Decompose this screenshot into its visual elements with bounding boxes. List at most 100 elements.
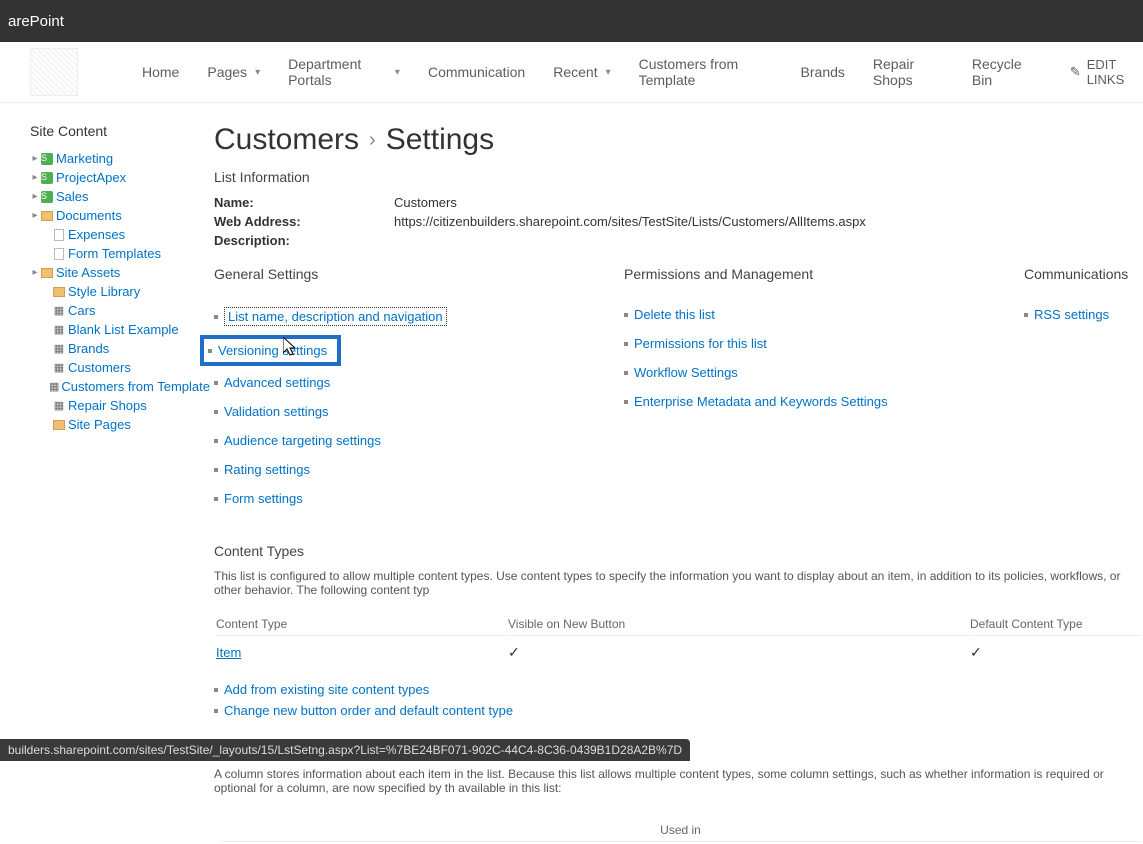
list-icon: ▦ (52, 304, 66, 318)
breadcrumb-parent[interactable]: Customers (214, 123, 359, 157)
change-button-order-link[interactable]: Change new button order and default cont… (224, 703, 513, 718)
nav-pages[interactable]: Pages▾ (195, 58, 272, 86)
nav-home[interactable]: Home (130, 58, 191, 86)
communications-heading: Communications (1024, 266, 1143, 282)
tree-item-projectapex[interactable]: ▸SProjectApex (30, 168, 210, 187)
tree-item-documents[interactable]: ▸ Documents (30, 206, 210, 225)
tree-item-site-pages[interactable]: Site Pages (30, 415, 210, 434)
nav-repair-shops[interactable]: Repair Shops (861, 50, 956, 94)
tree-item-expenses[interactable]: Expenses (30, 225, 210, 244)
site-icon: S (40, 152, 54, 166)
expander-icon[interactable]: ▸ (30, 210, 40, 221)
workflow-settings-link[interactable]: Workflow Settings (634, 365, 738, 380)
permissions-links: Delete this list Permissions for this li… (624, 300, 1024, 416)
expander-icon[interactable]: ▸ (30, 267, 40, 278)
tree-item-label: Style Library (68, 284, 140, 299)
main-content: Customers › Settings List Information Na… (210, 123, 1143, 844)
sidebar: Site Content ▸SMarketing▸SProjectApex▸SS… (30, 123, 210, 844)
tree-item-label: Repair Shops (68, 398, 147, 413)
status-url: builders.sharepoint.com/sites/TestSite/_… (8, 743, 682, 757)
bullet-icon (1024, 313, 1028, 317)
enterprise-metadata-link[interactable]: Enterprise Metadata and Keywords Setting… (634, 394, 888, 409)
caret-icon: ▾ (395, 67, 400, 78)
tree-item-brands[interactable]: ▦Brands (30, 339, 210, 358)
used-in-col: Used in (220, 811, 1141, 842)
tree-item-label: Sales (56, 189, 89, 204)
site-logo[interactable] (30, 48, 78, 96)
bullet-icon (214, 315, 218, 319)
pencil-icon: ✎ (1070, 64, 1081, 80)
rss-settings-link[interactable]: RSS settings (1034, 307, 1109, 322)
nav-recent[interactable]: Recent▾ (541, 58, 622, 86)
check-icon: ✓ (508, 644, 520, 660)
list-info-grid: Name: Customers Web Address: https://cit… (214, 195, 1143, 248)
web-address-label: Web Address: (214, 214, 394, 229)
bullet-icon (214, 439, 218, 443)
columns-description: A column stores information about each i… (214, 767, 1143, 795)
tree-item-label: Customers (68, 360, 131, 375)
content-types-table: Content Type Visible on New Button Defau… (214, 611, 1143, 669)
edit-links-button[interactable]: ✎EDIT LINKS (1070, 57, 1143, 87)
add-content-type-link[interactable]: Add from existing site content types (224, 682, 429, 697)
tree-item-site-assets[interactable]: ▸ Site Assets (30, 263, 210, 282)
bullet-icon (208, 349, 212, 353)
tree-item-repair-shops[interactable]: ▦Repair Shops (30, 396, 210, 415)
tree-item-label: Site Pages (68, 417, 131, 432)
list-icon: ▦ (52, 399, 66, 413)
ct-row-item-link[interactable]: Item (216, 645, 241, 660)
advanced-settings-link[interactable]: Advanced settings (224, 375, 330, 390)
tree-item-sales[interactable]: ▸SSales (30, 187, 210, 206)
bullet-icon (624, 342, 628, 346)
tree-item-customers-from-template[interactable]: ▦Customers from Template (30, 377, 210, 396)
general-settings-heading: General Settings (214, 266, 624, 282)
expander-icon[interactable]: ▸ (30, 153, 40, 164)
top-nav: HomePages▾Department Portals▾Communicati… (0, 42, 1143, 103)
nav-brands[interactable]: Brands (789, 58, 857, 86)
tree-item-customers[interactable]: ▦Customers (30, 358, 210, 377)
tree-item-style-library[interactable]: Style Library (30, 282, 210, 301)
bullet-icon (214, 709, 218, 713)
check-icon: ✓ (970, 644, 982, 660)
sidebar-heading: Site Content (30, 123, 210, 139)
list-icon: ▦ (52, 342, 66, 356)
bullet-icon (214, 468, 218, 472)
nav-customers-from-template[interactable]: Customers from Template (627, 50, 785, 94)
expander-icon[interactable]: ▸ (30, 191, 40, 202)
delete-list-link[interactable]: Delete this list (634, 307, 715, 322)
bullet-icon (214, 410, 218, 414)
tree-item-label: Documents (56, 208, 122, 223)
nav-recycle-bin[interactable]: Recycle Bin (960, 50, 1046, 94)
highlight-versioning: Versioning settings (200, 335, 341, 366)
folder-icon (52, 285, 66, 299)
validation-settings-link[interactable]: Validation settings (224, 404, 329, 419)
tree-item-label: Site Assets (56, 265, 120, 280)
tree-item-blank-list-example[interactable]: ▦Blank List Example (30, 320, 210, 339)
tree-item-label: Customers from Template (61, 379, 210, 394)
communications-links: RSS settings (1024, 300, 1143, 329)
tree-item-label: ProjectApex (56, 170, 126, 185)
nav-department-portals[interactable]: Department Portals▾ (276, 50, 412, 94)
tree-item-marketing[interactable]: ▸SMarketing (30, 149, 210, 168)
list-icon: ▦ (49, 380, 59, 394)
audience-targeting-link[interactable]: Audience targeting settings (224, 433, 381, 448)
versioning-settings-link[interactable]: Versioning settings (218, 343, 327, 358)
tree-item-label: Blank List Example (68, 322, 179, 337)
list-icon: ▦ (52, 361, 66, 375)
rating-settings-link[interactable]: Rating settings (224, 462, 310, 477)
nav-communication[interactable]: Communication (416, 58, 537, 86)
expander-icon[interactable]: ▸ (30, 172, 40, 183)
description-label: Description: (214, 233, 394, 248)
suite-bar: arePoint (0, 0, 1143, 42)
list-name-desc-nav-link[interactable]: List name, description and navigation (224, 307, 447, 326)
tree-item-label: Cars (68, 303, 95, 318)
document-icon (52, 228, 66, 242)
tree-item-form-templates[interactable]: Form Templates (30, 244, 210, 263)
folder-icon (40, 266, 54, 280)
content-types-description: This list is configured to allow multipl… (214, 569, 1143, 597)
breadcrumb-sep-icon: › (369, 129, 376, 152)
site-icon: S (40, 190, 54, 204)
permissions-list-link[interactable]: Permissions for this list (634, 336, 767, 351)
tree-item-cars[interactable]: ▦Cars (30, 301, 210, 320)
form-settings-link[interactable]: Form settings (224, 491, 303, 506)
list-info-heading: List Information (214, 169, 1143, 185)
